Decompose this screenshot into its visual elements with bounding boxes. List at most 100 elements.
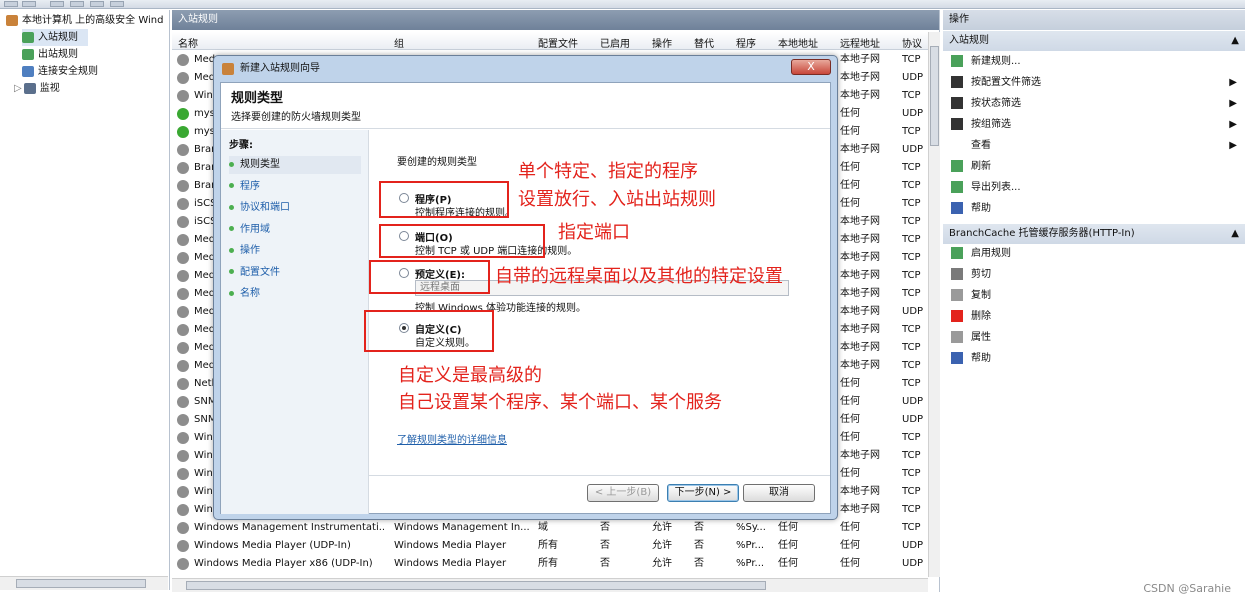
action-new-rule[interactable]: 新建规则...	[951, 52, 1241, 72]
toolbar-button[interactable]	[50, 1, 64, 7]
actions-section-rule[interactable]: BranchCache 托管缓存服务器(HTTP-In) ▲	[943, 224, 1245, 244]
tree-item-outbound[interactable]: 出站规则	[22, 46, 184, 63]
col-remote-address[interactable]: 远程地址	[840, 35, 880, 50]
col-program[interactable]: 程序	[736, 35, 756, 50]
enable-icon	[951, 247, 963, 259]
list-vertical-scrollbar[interactable]	[928, 32, 940, 577]
scroll-thumb[interactable]	[930, 46, 939, 146]
cell-proto: TCP	[902, 90, 921, 101]
next-button[interactable]: 下一步(N) >	[667, 484, 739, 502]
annotation-text: 单个特定、指定的程序	[518, 161, 698, 182]
action-enable-rule[interactable]: 启用规则	[951, 244, 1241, 264]
back-button[interactable]	[4, 1, 18, 7]
submenu-arrow-icon: ▶	[1229, 119, 1237, 130]
help-link[interactable]: 了解规则类型的详细信息	[397, 431, 507, 446]
action-cut[interactable]: 剪切	[951, 265, 1241, 285]
col-profile[interactable]: 配置文件	[538, 35, 578, 50]
action-export-list[interactable]: 导出列表...	[951, 178, 1241, 198]
action-filter-state[interactable]: 按状态筛选 ▶	[951, 94, 1241, 114]
step-bullet-icon	[229, 247, 234, 253]
close-button[interactable]: X	[791, 59, 831, 75]
col-enabled[interactable]: 已启用	[600, 35, 630, 50]
scroll-thumb[interactable]	[186, 581, 766, 590]
pane-title: 入站规则	[172, 10, 939, 30]
disabled-rule-icon	[177, 234, 189, 246]
annotation-text: 指定端口	[558, 222, 630, 243]
cell-proto: TCP	[902, 432, 921, 443]
cell-override: 否	[694, 558, 704, 569]
col-protocol[interactable]: 协议	[902, 35, 922, 50]
delete-icon	[951, 310, 963, 322]
cell-proto: UDP	[902, 108, 924, 119]
disabled-rule-icon	[177, 252, 189, 264]
action-filter-group[interactable]: 按组筛选 ▶	[951, 115, 1241, 135]
collapse-icon[interactable]: ▲	[1231, 224, 1239, 244]
filter-icon	[951, 97, 963, 109]
cell-remote: 任何	[840, 126, 860, 137]
action-help[interactable]: 帮助	[951, 349, 1241, 369]
monitor-icon	[23, 82, 36, 94]
col-name[interactable]: 名称	[178, 35, 198, 50]
tree-item-inbound[interactable]: 入站规则	[22, 29, 88, 46]
action-properties[interactable]: 属性	[951, 328, 1241, 348]
annotation-box-program	[379, 181, 509, 218]
cell-proto: UDP	[902, 306, 924, 317]
action-help[interactable]: 帮助	[951, 199, 1241, 219]
action-refresh[interactable]: 刷新	[951, 157, 1241, 177]
column-header: 名称 组 配置文件 已启用 操作 替代 程序 本地地址 远程地址 协议	[172, 32, 939, 50]
collapse-icon[interactable]: ▲	[1231, 31, 1239, 51]
cell-proto: UDP	[902, 144, 924, 155]
cell-program: %Pr...	[736, 540, 765, 551]
actions-section-inbound[interactable]: 入站规则 ▲	[943, 31, 1245, 51]
disabled-rule-icon	[177, 162, 189, 174]
table-row[interactable]: Windows Management Instrumentati... Windo…	[172, 519, 928, 537]
wizard-step[interactable]: 名称	[229, 285, 260, 303]
tree-horizontal-scrollbar[interactable]	[0, 576, 168, 590]
cell-proto: TCP	[902, 126, 921, 137]
table-row[interactable]: Windows Media Player x86 (UDP-In) Windows…	[172, 555, 928, 573]
dialog-heading: 规则类型	[231, 91, 284, 106]
cell-remote: 本地子网	[840, 54, 880, 65]
wizard-step[interactable]: 协议和端口	[229, 199, 290, 217]
cell-remote: 本地子网	[840, 450, 880, 461]
col-group[interactable]: 组	[394, 35, 404, 50]
connection-security-icon	[22, 65, 34, 77]
wizard-step[interactable]: 配置文件	[229, 264, 280, 282]
list-horizontal-scrollbar[interactable]	[172, 578, 928, 592]
wizard-step[interactable]: 程序	[229, 178, 260, 196]
disabled-rule-icon	[177, 324, 189, 336]
help-icon	[951, 202, 963, 214]
wizard-step[interactable]: 作用域	[229, 221, 270, 239]
tree-item-connection-security[interactable]: 连接安全规则	[22, 63, 184, 80]
forward-button[interactable]	[22, 1, 36, 7]
col-local-address[interactable]: 本地地址	[778, 35, 818, 50]
scroll-thumb[interactable]	[16, 579, 146, 588]
col-override[interactable]: 替代	[694, 35, 714, 50]
toolbar-button[interactable]	[110, 1, 124, 7]
tree-item-monitor[interactable]: ▷ 监视	[14, 80, 176, 97]
button-divider	[369, 475, 830, 476]
cell-proto: TCP	[902, 54, 921, 65]
cell-remote: 任何	[840, 198, 860, 209]
disabled-rule-icon	[177, 414, 189, 426]
toolbar-button[interactable]	[90, 1, 104, 7]
table-row[interactable]: Windows Media Player (UDP-In) Windows Med…	[172, 537, 928, 555]
expand-arrow-icon[interactable]: ▷	[14, 83, 22, 94]
wizard-step[interactable]: 操作	[229, 242, 260, 260]
cell-remote: 任何	[840, 396, 860, 407]
action-delete[interactable]: 删除	[951, 307, 1241, 327]
col-action[interactable]: 操作	[652, 35, 672, 50]
disabled-rule-icon	[177, 468, 189, 480]
tree-root[interactable]: 本地计算机 上的高级安全 Wind	[6, 12, 168, 29]
disabled-rule-icon	[177, 288, 189, 300]
disabled-rule-icon	[177, 216, 189, 228]
action-view[interactable]: 查看 ▶	[951, 136, 1241, 156]
cancel-button[interactable]: 取消	[743, 484, 815, 502]
disabled-rule-icon	[177, 360, 189, 372]
back-button[interactable]: < 上一步(B)	[587, 484, 659, 502]
action-filter-profile[interactable]: 按配置文件筛选 ▶	[951, 73, 1241, 93]
toolbar-button[interactable]	[70, 1, 84, 7]
action-copy[interactable]: 复制	[951, 286, 1241, 306]
disabled-rule-icon	[177, 198, 189, 210]
cell-action: 允许	[652, 522, 672, 533]
